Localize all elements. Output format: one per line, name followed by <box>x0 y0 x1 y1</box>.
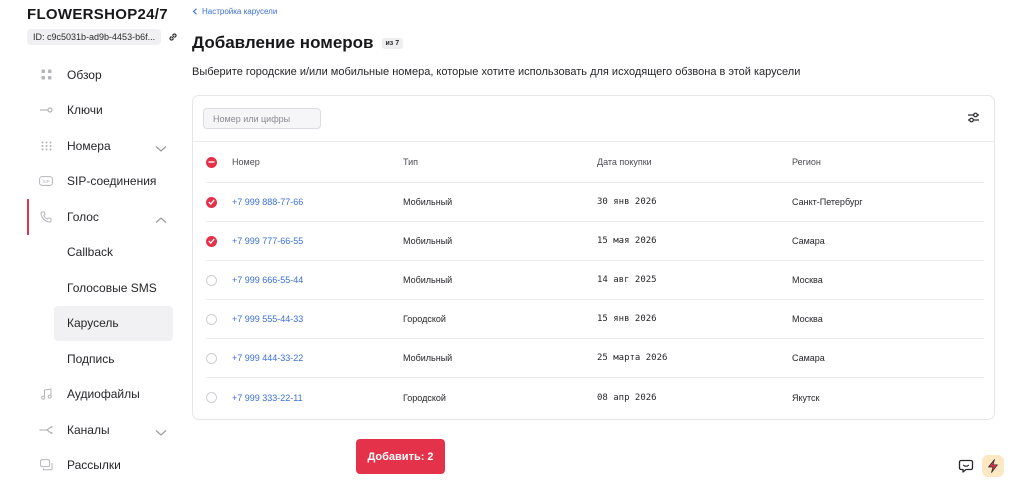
account-id: ID: c9c5031b-ad9b-4453-b6f... <box>27 29 162 45</box>
numbers-table-card: Номер Тип Дата покупки Регион +7 999 888… <box>192 95 995 420</box>
sidebar-subitem-voice-sms[interactable]: Голосовые SMS <box>27 270 173 306</box>
sip-icon: SIP <box>39 174 53 188</box>
column-header-date[interactable]: Дата покупки <box>597 157 792 167</box>
title-row: Добавление номеров из 7 <box>192 33 404 53</box>
sidebar-item-label: Ключи <box>67 103 103 118</box>
dialpad-icon <box>39 139 53 153</box>
table-row[interactable]: +7 999 888-77-66 Мобильный 30 янв 2026 С… <box>206 183 984 222</box>
purchase-date: 15 янв 2026 <box>597 314 657 324</box>
sidebar-subitem-signature[interactable]: Подпись <box>27 341 173 377</box>
region: Москва <box>792 314 823 324</box>
svg-text:SIP: SIP <box>42 179 49 184</box>
phone-number-link[interactable]: +7 999 333-22-11 <box>232 393 303 403</box>
row-checkbox[interactable] <box>206 235 217 247</box>
phone-number-link[interactable]: +7 999 888-77-66 <box>232 197 303 207</box>
row-checkbox[interactable] <box>206 196 217 208</box>
number-type: Мобильный <box>403 353 453 363</box>
table-row[interactable]: +7 999 555-44-33 Городской 15 янв 2026 М… <box>206 300 984 339</box>
sidebar-item-label: SIP-соединения <box>67 174 157 189</box>
sidebar-subitem-label: Голосовые SMS <box>67 280 157 295</box>
phone-number-link[interactable]: +7 999 555-44-33 <box>232 314 303 324</box>
select-all-checkbox[interactable] <box>206 156 217 168</box>
region: Якутск <box>792 392 820 403</box>
row-checkbox[interactable] <box>206 313 217 325</box>
chevron-down-icon <box>155 142 167 152</box>
number-type: Мобильный <box>403 236 453 246</box>
region: Москва <box>792 275 823 285</box>
number-type: Городской <box>403 392 446 403</box>
sidebar-item-voice[interactable]: Голос <box>27 199 173 235</box>
main-content: Настройка карусели Добавление номеров из… <box>192 0 995 492</box>
sidebar-item-sip[interactable]: SIP SIP-соединения <box>27 164 173 200</box>
row-checkbox[interactable] <box>206 352 217 364</box>
region: Санкт-Петербург <box>792 197 863 207</box>
number-type: Мобильный <box>403 275 453 285</box>
phone-number-link[interactable]: +7 999 444-33-22 <box>232 353 303 363</box>
sidebar-subitem-label: Callback <box>67 245 114 260</box>
number-type: Городской <box>403 314 446 324</box>
purchase-date: 15 мая 2026 <box>597 236 657 246</box>
phone-number-link[interactable]: +7 999 777-66-55 <box>232 236 303 246</box>
page-subtitle: Выберите городские и/или мобильные номер… <box>192 66 801 78</box>
sidebar-item-label: Аудиофайлы <box>67 387 140 402</box>
phone-icon <box>39 210 53 224</box>
sidebar-subitem-carousel[interactable]: Карусель <box>54 305 173 341</box>
back-link-label: Настройка карусели <box>202 7 278 16</box>
link-copy-icon[interactable] <box>167 31 179 43</box>
table-body: +7 999 888-77-66 Мобильный 30 янв 2026 С… <box>206 183 984 417</box>
chevron-up-icon <box>155 213 167 223</box>
table-header: Номер Тип Дата покупки Регион <box>206 142 984 183</box>
table-row[interactable]: +7 999 444-33-22 Мобильный 25 марта 2026… <box>206 339 984 378</box>
row-checkbox[interactable] <box>206 274 217 286</box>
sidebar-item-label: Обзор <box>67 67 102 82</box>
brand-name: FLOWERSHOP24/7 <box>27 6 168 23</box>
column-header-type[interactable]: Тип <box>403 157 597 167</box>
purchase-date: 25 марта 2026 <box>597 353 668 363</box>
column-header-region[interactable]: Регион <box>792 157 984 167</box>
mailing-icon <box>39 458 53 472</box>
lightning-icon[interactable] <box>982 455 1004 477</box>
table-row[interactable]: +7 999 777-66-55 Мобильный 15 мая 2026 С… <box>206 222 984 261</box>
row-checkbox[interactable] <box>206 392 217 403</box>
sidebar-item-label: Номера <box>67 138 111 153</box>
search-input[interactable] <box>203 108 321 129</box>
chevron-down-icon <box>155 426 167 436</box>
number-type: Мобильный <box>403 197 453 207</box>
sidebar-item-label: Голос <box>67 209 99 224</box>
chat-icon[interactable] <box>955 455 977 477</box>
back-link[interactable]: Настройка карусели <box>192 7 277 16</box>
column-header-number[interactable]: Номер <box>232 157 403 167</box>
account-id-row: ID: c9c5031b-ad9b-4453-b6f... <box>27 29 179 45</box>
add-numbers-button[interactable]: Добавить: 2 <box>356 439 445 474</box>
purchase-date: 30 янв 2026 <box>597 197 657 207</box>
page-title: Добавление номеров <box>192 33 374 52</box>
sidebar-item-keys[interactable]: Ключи <box>27 93 173 129</box>
phone-number-link[interactable]: +7 999 666-55-44 <box>232 275 303 285</box>
sidebar-item-mailings[interactable]: Рассылки <box>27 448 173 484</box>
region: Самара <box>792 236 825 246</box>
sidebar-item-label: Каналы <box>67 422 110 437</box>
sidebar-subitem-callback[interactable]: Callback <box>27 235 173 271</box>
table-row[interactable]: +7 999 333-22-11 Городской 08 апр 2026 Я… <box>206 378 984 417</box>
purchase-date: 14 авг 2025 <box>597 275 657 285</box>
grid-icon <box>39 68 53 82</box>
sidebar: FLOWERSHOP24/7 ID: c9c5031b-ad9b-4453-b6… <box>0 0 183 492</box>
sidebar-item-label: Рассылки <box>67 458 121 473</box>
sidebar-item-channels[interactable]: Каналы <box>27 412 173 448</box>
sidebar-item-overview[interactable]: Обзор <box>27 57 173 93</box>
music-icon <box>39 387 53 401</box>
table-row[interactable]: +7 999 666-55-44 Мобильный 14 авг 2025 М… <box>206 261 984 300</box>
sidebar-item-audiofiles[interactable]: Аудиофайлы <box>27 377 173 413</box>
key-icon <box>39 103 53 117</box>
sidebar-nav: Обзор Ключи Номера SIP SIP-соединения Го… <box>27 57 173 483</box>
channels-icon <box>39 423 53 437</box>
filter-settings-icon[interactable] <box>966 110 980 124</box>
chevron-left-icon <box>192 8 197 15</box>
count-badge: из 7 <box>381 37 404 49</box>
sidebar-subitem-label: Подпись <box>67 351 115 366</box>
region: Самара <box>792 353 825 363</box>
sidebar-item-numbers[interactable]: Номера <box>27 128 173 164</box>
sidebar-subitem-label: Карусель <box>67 316 119 331</box>
purchase-date: 08 апр 2026 <box>597 392 657 403</box>
